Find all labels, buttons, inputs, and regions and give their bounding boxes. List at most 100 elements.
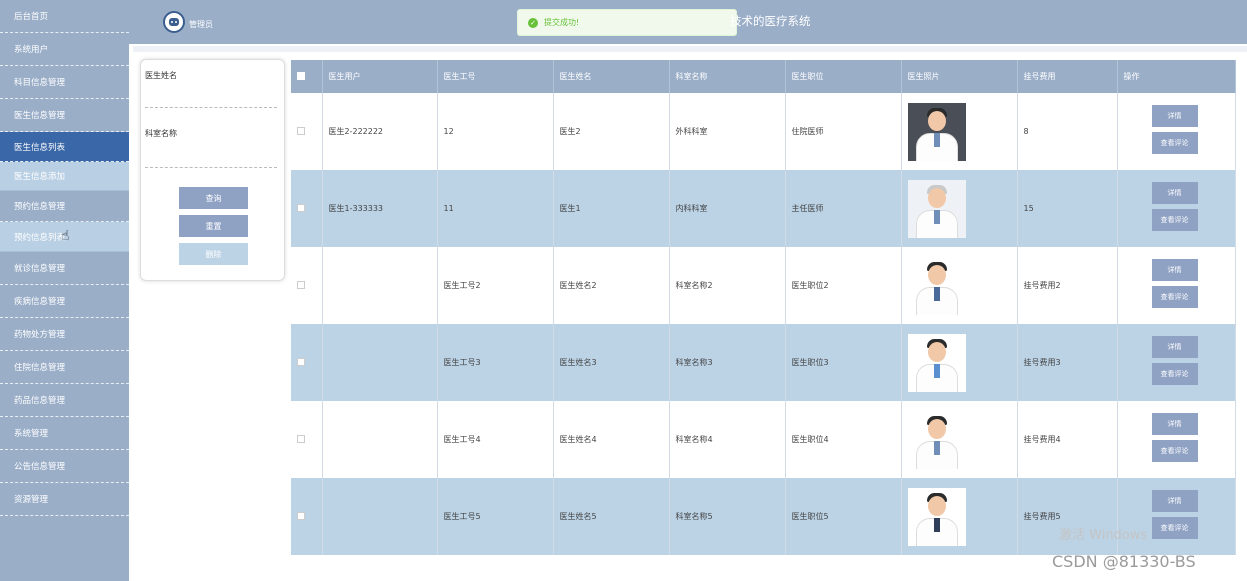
cell-user: 医生2-222222	[322, 93, 438, 170]
header-doctor-name: 医生姓名	[553, 60, 670, 93]
sidebar-item-subject-management[interactable]: 科目信息管理	[0, 66, 129, 99]
doctor-table: 医生用户 医生工号 医生姓名 科室名称 医生职位 医生照片 挂号费用 操作 医生…	[291, 60, 1236, 555]
sidebar-item-medicine-management[interactable]: 药品信息管理	[0, 384, 129, 417]
header-actions: 操作	[1117, 60, 1236, 93]
cell-no: 医生工号2	[437, 247, 554, 324]
sidebar-item-inpatient-management[interactable]: 住院信息管理	[0, 351, 129, 384]
header-doctor-user: 医生用户	[322, 60, 438, 93]
cell-title: 住院医师	[785, 93, 902, 170]
search-panel: 医生姓名 科室名称 查询 重置 删除	[140, 59, 285, 281]
cell-no: 11	[437, 170, 554, 247]
cell-fee: 8	[1017, 93, 1118, 170]
reset-button[interactable]: 重置	[179, 215, 248, 237]
sidebar-item-notice-management[interactable]: 公告信息管理	[0, 450, 129, 483]
cell-title: 医生职位3	[785, 324, 902, 401]
robot-avatar-icon	[163, 11, 185, 33]
cell-title: 主任医师	[785, 170, 902, 247]
row-checkbox[interactable]	[297, 357, 305, 366]
row-checkbox[interactable]	[297, 511, 305, 520]
sidebar-item-system-management[interactable]: 系统管理	[0, 417, 129, 450]
csdn-watermark: CSDN @81330-BS	[1052, 552, 1196, 571]
doctor-photo	[907, 256, 966, 315]
header-doctor-photo: 医生照片	[901, 60, 1018, 93]
table-header-row: 医生用户 医生工号 医生姓名 科室名称 医生职位 医生照片 挂号费用 操作	[291, 60, 1236, 93]
cell-dept: 科室名称5	[669, 478, 786, 555]
view-comments-button[interactable]: 查看评论	[1151, 208, 1198, 231]
query-button[interactable]: 查询	[179, 187, 248, 209]
cell-dept: 科室名称2	[669, 247, 786, 324]
cell-no: 医生工号3	[437, 324, 554, 401]
table-row: 医生2-222222 12 医生2 外科科室 住院医师 8 详情 查看评论	[291, 93, 1236, 170]
sidebar-item-doctor-management[interactable]: 医生信息管理	[0, 99, 129, 132]
detail-button[interactable]: 详情	[1151, 489, 1198, 512]
table-row: 医生工号3 医生姓名3 科室名称3 医生职位3 挂号费用3 详情 查看评论	[291, 324, 1236, 401]
doctor-photo	[907, 179, 966, 238]
table-row: 医生1-333333 11 医生1 内科科室 主任医师 15 详情 查看评论	[291, 170, 1236, 247]
dept-name-input[interactable]	[145, 167, 277, 168]
doctor-name-label: 医生姓名	[145, 71, 177, 80]
cell-fee: 15	[1017, 170, 1118, 247]
cell-fee: 挂号费用2	[1017, 247, 1118, 324]
detail-button[interactable]: 详情	[1151, 258, 1198, 281]
view-comments-button[interactable]: 查看评论	[1151, 439, 1198, 462]
admin-label: 管理员	[189, 20, 213, 29]
dept-name-label: 科室名称	[145, 129, 177, 138]
cell-title: 医生职位5	[785, 478, 902, 555]
doctor-photo	[907, 333, 966, 392]
sidebar-item-disease-management[interactable]: 疾病信息管理	[0, 285, 129, 318]
sidebar-item-home[interactable]: 后台首页	[0, 0, 129, 33]
sidebar-item-prescription-management[interactable]: 药物处方管理	[0, 318, 129, 351]
cell-fee: 挂号费用4	[1017, 401, 1118, 478]
detail-button[interactable]: 详情	[1151, 104, 1198, 127]
view-comments-button[interactable]: 查看评论	[1151, 131, 1198, 154]
row-checkbox[interactable]	[297, 126, 305, 135]
activate-windows-watermark: 激活 Windows	[1059, 528, 1148, 543]
select-all-cell	[291, 60, 323, 93]
cell-user	[322, 478, 438, 555]
row-checkbox[interactable]	[297, 203, 305, 212]
cell-name: 医生1	[553, 170, 670, 247]
toast-message: 提交成功!	[544, 18, 580, 27]
detail-button[interactable]: 详情	[1151, 181, 1198, 204]
view-comments-button[interactable]: 查看评论	[1151, 516, 1198, 539]
detail-button[interactable]: 详情	[1151, 412, 1198, 435]
sidebar-item-resource-management[interactable]: 资源管理	[0, 483, 129, 516]
view-comments-button[interactable]: 查看评论	[1151, 362, 1198, 385]
doctor-name-input[interactable]	[145, 107, 277, 108]
cell-name: 医生姓名5	[553, 478, 670, 555]
row-checkbox[interactable]	[297, 280, 305, 289]
cell-name: 医生姓名4	[553, 401, 670, 478]
select-all-checkbox[interactable]	[297, 71, 305, 80]
delete-button[interactable]: 删除	[179, 243, 248, 265]
cell-name: 医生姓名3	[553, 324, 670, 401]
cell-name: 医生2	[553, 93, 670, 170]
doctor-photo	[907, 102, 966, 161]
sidebar: 后台首页 系统用户 科目信息管理 医生信息管理 医生信息列表 医生信息添加 预约…	[0, 0, 129, 581]
success-toast: ✓ 提交成功!	[517, 9, 737, 36]
cell-no: 12	[437, 93, 554, 170]
sidebar-item-appointment-management[interactable]: 预约信息管理	[0, 191, 129, 222]
cell-user	[322, 247, 438, 324]
table-row: 医生工号5 医生姓名5 科室名称5 医生职位5 挂号费用5 详情 查看评论	[291, 478, 1236, 555]
sidebar-item-visit-management[interactable]: 就诊信息管理	[0, 252, 129, 285]
row-checkbox[interactable]	[297, 434, 305, 443]
cell-name: 医生姓名2	[553, 247, 670, 324]
sidebar-item-doctor-list[interactable]: 医生信息列表	[0, 132, 129, 162]
header-dept-name: 科室名称	[669, 60, 786, 93]
sidebar-item-system-users[interactable]: 系统用户	[0, 33, 129, 66]
cell-user	[322, 401, 438, 478]
cell-user	[322, 324, 438, 401]
top-header: 管理员 ✓ 提交成功! 技术的医疗系统	[129, 0, 1247, 44]
table-row: 医生工号4 医生姓名4 科室名称4 医生职位4 挂号费用4 详情 查看评论	[291, 401, 1236, 478]
doctor-photo	[907, 410, 966, 469]
cell-no: 医生工号4	[437, 401, 554, 478]
cell-fee: 挂号费用5	[1017, 478, 1118, 555]
cell-title: 医生职位2	[785, 247, 902, 324]
view-comments-button[interactable]: 查看评论	[1151, 285, 1198, 308]
sidebar-item-doctor-add[interactable]: 医生信息添加	[0, 162, 129, 191]
detail-button[interactable]: 详情	[1151, 335, 1198, 358]
cell-dept: 内科科室	[669, 170, 786, 247]
hand-cursor-icon: ☝	[61, 228, 70, 244]
cell-dept: 科室名称3	[669, 324, 786, 401]
header-doctor-title: 医生职位	[785, 60, 902, 93]
